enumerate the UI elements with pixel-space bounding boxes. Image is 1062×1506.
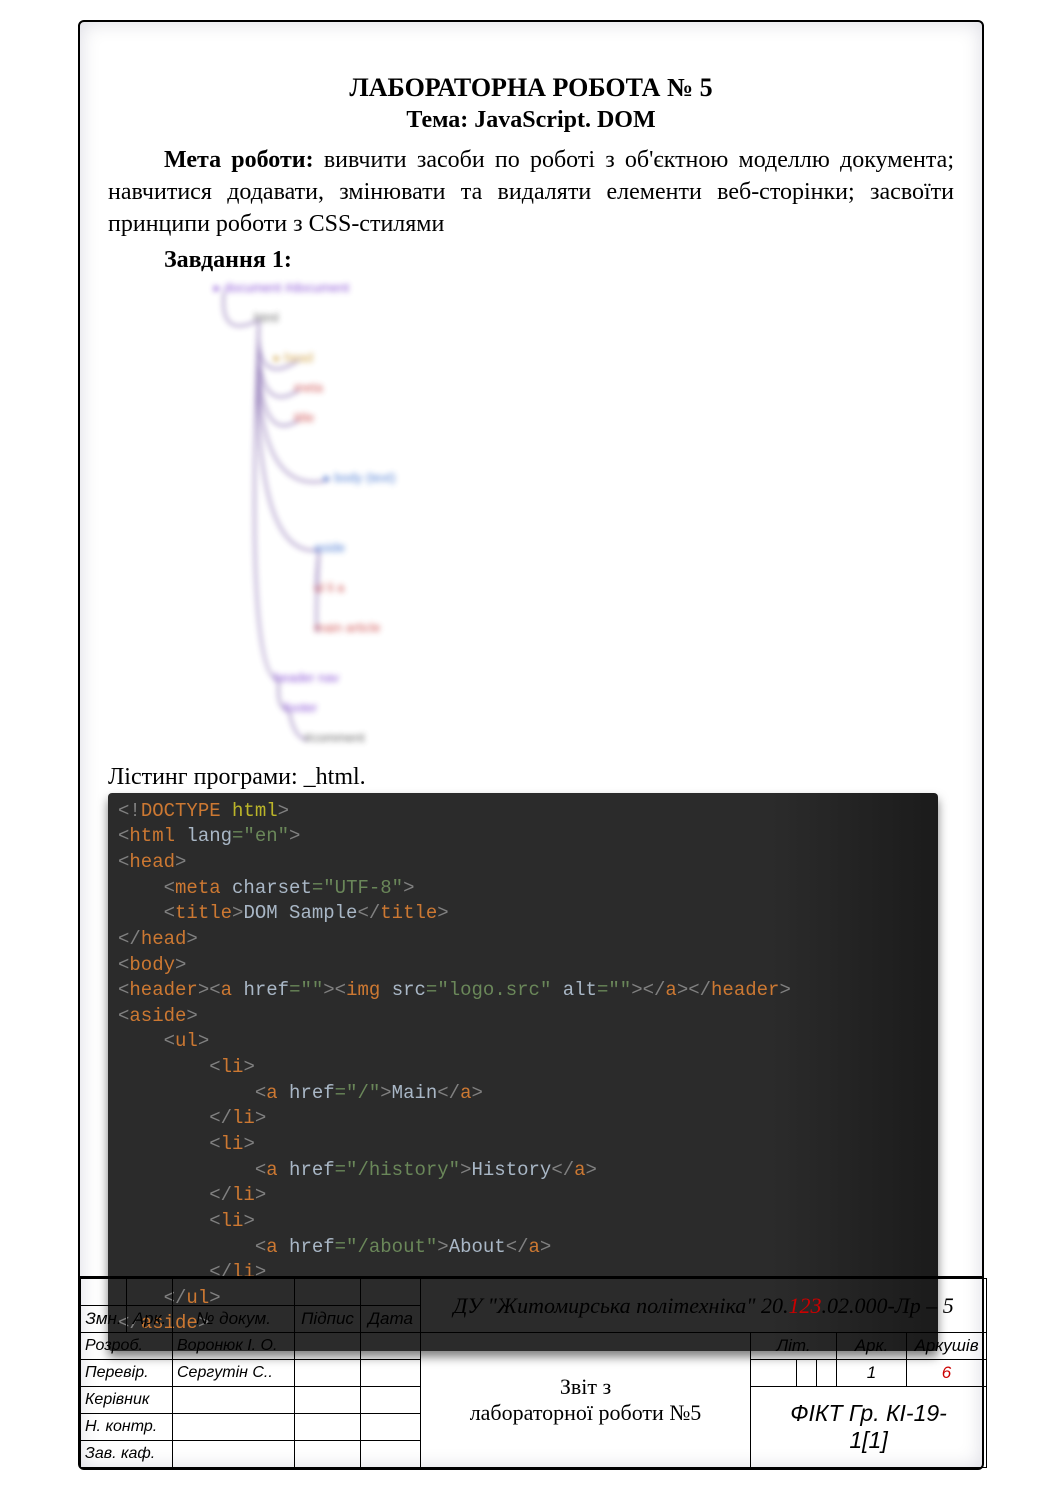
tree-node: title [294,410,314,425]
row-rozrob-val: Воронюк І. О. [173,1333,295,1360]
group-line1: ФІКТ Гр. КІ-19- [790,1400,947,1426]
tree-node: footer [284,700,317,715]
row-perevir-val: Сергутін С.. [173,1360,295,1387]
doc-code-suffix: .02.000-Лр – 5 [821,1293,953,1318]
row-perevir: Перевір. [81,1360,173,1387]
tree-node: ▸ document #document [214,280,349,296]
arkushiv-header: Аркушів [907,1333,987,1360]
doc-code-prefix: ДУ "Житомирська політехніка" 20. [453,1293,788,1318]
task-heading: Завдання 1: [108,247,954,274]
col-ndoc: № докум. [173,1306,295,1333]
dom-tree-diagram: ▸ document #document html ▸ head meta ti… [164,280,484,760]
tree-node: header nav [274,670,339,685]
tree-node: html [254,310,279,325]
tree-node: #comment [304,730,365,745]
report-title: Звіт з лабораторної роботи №5 [421,1333,751,1468]
lab-title: ЛАБОРАТОРНА РОБОТА № 5 [108,72,954,105]
row-kerivnyk: Керівник [81,1387,173,1414]
code-listing: <!DOCTYPE html> <html lang="en"> <head> … [108,793,938,1351]
tree-node: meta [294,380,323,395]
tree-node: ▸ head [274,350,313,366]
topic-text: JavaScript. DOM [474,107,655,133]
row-nkontr: Н. контр. [81,1414,173,1441]
title-block-stamp: ДУ "Житомирська політехніка" 20.123.02.0… [80,1276,982,1468]
listing-label: Лістинг програми: _html. [108,764,954,791]
goal-paragraph: Мета роботи: вивчити засоби по роботі з … [108,144,954,241]
doc-code-red: 123 [788,1293,821,1318]
group-line2: 1[1] [849,1427,887,1453]
topic-prefix: Тема: [406,107,468,133]
col-zmn: Змн. [81,1306,127,1333]
doc-code-cell: ДУ "Житомирська політехніка" 20.123.02.0… [421,1279,987,1333]
col-ark: Арк. [127,1306,173,1333]
document-frame: ЛАБОРАТОРНА РОБОТА № 5 Тема: JavaScript.… [78,20,984,1470]
tree-node: main article [314,620,380,635]
tree-node: ul li a [314,580,344,595]
row-rozrob: Розроб. [81,1333,173,1360]
row-zavkaf: Зав. каф. [81,1441,173,1468]
tree-node: ▸ body (text) [324,470,396,486]
report-line2: лабораторної роботи №5 [470,1400,702,1425]
lit-header: Літ. [751,1333,837,1360]
group-cell: ФІКТ Гр. КІ-19- 1[1] [751,1387,987,1468]
ark-value: 1 [837,1360,907,1387]
lab-topic: Тема: JavaScript. DOM [108,107,954,134]
col-pidp: Підпис [295,1306,361,1333]
col-data: Дата [361,1306,421,1333]
tree-node: aside [314,540,345,555]
report-line1: Звіт з [560,1374,611,1399]
arkushiv-value: 6 [907,1360,987,1387]
ark-header: Арк. [837,1333,907,1360]
goal-label: Мета роботи: [164,147,314,173]
